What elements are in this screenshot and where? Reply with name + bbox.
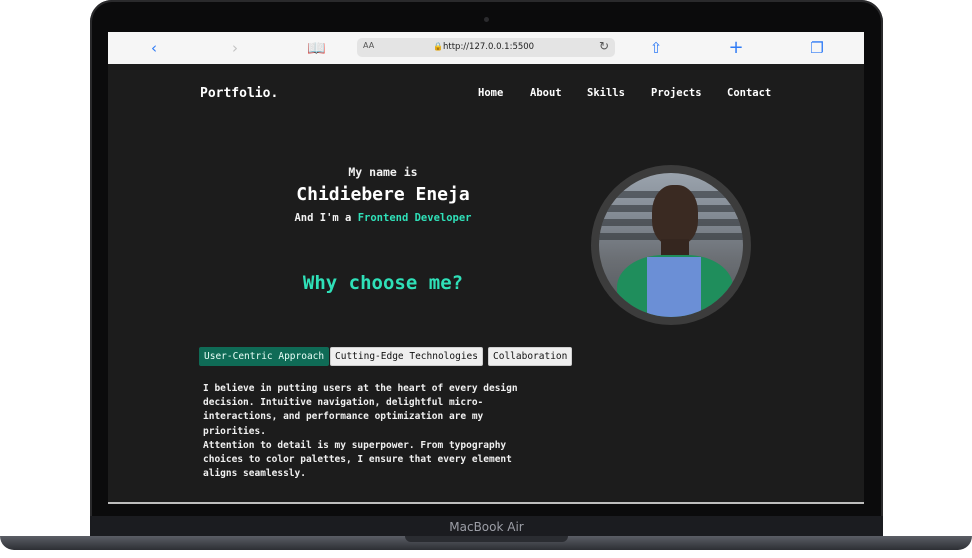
why-choose-me-heading: Why choose me? [302,272,464,294]
tab-user-centric[interactable]: User-Centric Approach [199,347,330,366]
reader-button[interactable]: AA [363,41,374,50]
screen: ‹ › 📖 AA 🔒 http://127.0.0.1:5500 ↻ ⇧ + ❐… [108,32,864,504]
role-prefix: And I'm a [294,212,352,224]
camera [484,17,489,22]
laptop-label: MacBook Air [90,516,883,538]
address-bar[interactable]: AA 🔒 http://127.0.0.1:5500 ↻ [357,38,615,57]
nav-contact[interactable]: Contact [727,87,771,99]
forward-icon[interactable]: › [226,39,244,57]
reload-icon[interactable]: ↻ [599,39,609,53]
portfolio-page: Portfolio. Home About Skills Projects Co… [108,64,864,504]
lock-icon: 🔒 [433,42,443,51]
description-paragraph: Attention to detail is my superpower. Fr… [203,439,512,480]
hero-name: Chidiebere Eneja [296,184,470,205]
browser-toolbar: ‹ › 📖 AA 🔒 http://127.0.0.1:5500 ↻ ⇧ + ❐ [108,32,864,65]
hero-role: And I'm a Frontend Developer [258,212,508,224]
tab-cutting-edge[interactable]: Cutting-Edge Technologies [330,347,483,366]
nav-skills[interactable]: Skills [587,87,625,99]
site-logo[interactable]: Portfolio. [200,86,278,101]
page-divider [108,502,864,504]
nav-home[interactable]: Home [478,87,503,99]
share-icon[interactable]: ⇧ [647,39,665,57]
profile-photo-frame [591,165,751,325]
tab-collaboration[interactable]: Collaboration [488,347,573,366]
profile-photo [599,173,743,317]
intro-text: My name is [348,165,418,179]
bookmarks-icon[interactable]: 📖 [307,39,326,57]
role-highlight: Frontend Developer [357,212,472,224]
tab-description: I believe in putting users at the heart … [203,382,533,481]
nav-about[interactable]: About [530,87,562,99]
tabs-overview-icon[interactable]: ❐ [808,39,826,57]
new-tab-icon[interactable]: + [727,39,745,57]
laptop-notch [405,536,568,542]
nav-projects[interactable]: Projects [651,87,702,99]
back-icon[interactable]: ‹ [145,39,163,57]
description-paragraph: I believe in putting users at the heart … [203,383,518,437]
url-text[interactable]: http://127.0.0.1:5500 [443,42,534,52]
